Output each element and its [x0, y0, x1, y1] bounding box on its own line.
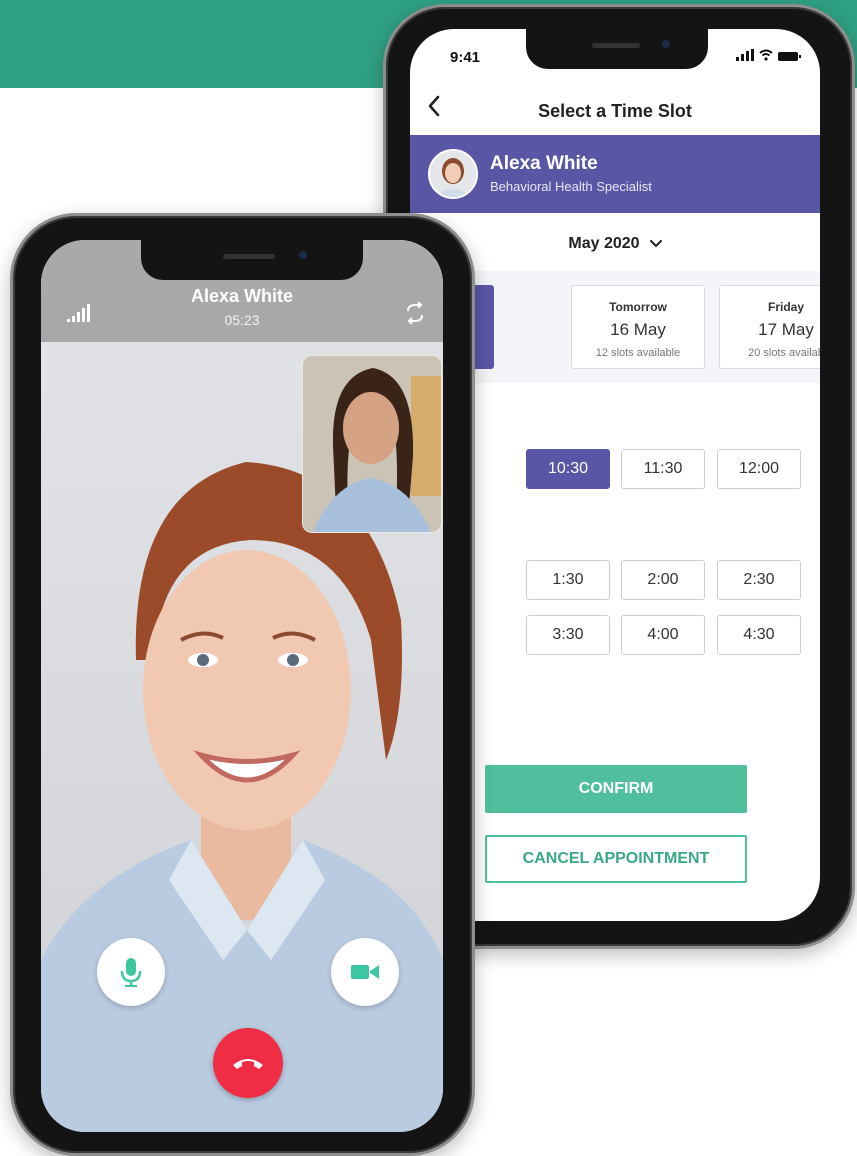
wifi-icon: [759, 49, 773, 61]
doctor-name: Alexa White: [490, 153, 598, 174]
time-slot[interactable]: 1:30: [526, 560, 610, 600]
day-card-friday[interactable]: Friday 17 May 20 slots availab: [719, 285, 820, 369]
confirm-button[interactable]: CONFIRM: [485, 765, 747, 813]
phone-hangup-icon: [233, 1059, 263, 1069]
chevron-down-icon: [649, 240, 662, 248]
time-slot-selected[interactable]: 10:30: [526, 449, 610, 489]
video-camera-icon: [351, 965, 379, 979]
battery-icon: [778, 52, 801, 61]
phone-notch: [526, 29, 708, 69]
video-call-screen: Alexa White 05:23: [41, 240, 443, 1132]
time-slot[interactable]: 4:30: [717, 615, 801, 655]
month-selector[interactable]: May 2020: [410, 235, 820, 253]
day-date: 16 May: [610, 320, 666, 339]
call-duration: 05:23: [224, 312, 260, 328]
video-toggle-button[interactable]: [331, 938, 399, 1006]
doctor-header: Alexa White Behavioral Health Specialist: [410, 135, 820, 213]
time-slot[interactable]: 3:30: [526, 615, 610, 655]
day-label: Friday: [767, 300, 804, 314]
signal-icon: [736, 49, 754, 61]
day-date: 17 May: [758, 320, 814, 339]
time-slot[interactable]: 11:30: [621, 449, 705, 489]
time-slot[interactable]: 2:00: [621, 560, 705, 600]
switch-camera-icon[interactable]: [405, 302, 425, 324]
day-slots: 12 slots available: [595, 347, 681, 359]
status-icons: [736, 49, 801, 61]
day-label: Tomorrow: [609, 300, 667, 314]
day-slots: 20 slots availab: [748, 347, 820, 359]
cancel-appointment-button[interactable]: CANCEL APPOINTMENT: [485, 835, 747, 883]
status-time: 9:41: [450, 49, 481, 66]
microphone-icon: [120, 958, 142, 987]
caller-name: Alexa White: [190, 286, 294, 306]
phone-video-call: Alexa White 05:23: [10, 213, 475, 1156]
page-title: Select a Time Slot: [538, 101, 692, 121]
self-view-video[interactable]: [302, 355, 442, 533]
nav-bar: Select a Time Slot: [410, 87, 820, 127]
mute-button[interactable]: [97, 938, 165, 1006]
time-slot[interactable]: 4:00: [621, 615, 705, 655]
day-card-tomorrow[interactable]: Tomorrow 16 May 12 slots available: [571, 285, 705, 369]
end-call-button[interactable]: [213, 1028, 283, 1098]
avatar: [428, 149, 478, 199]
month-label: May 2020: [568, 235, 640, 252]
phone-notch: [141, 240, 363, 280]
time-slot[interactable]: 2:30: [717, 560, 801, 600]
time-slot[interactable]: 12:00: [717, 449, 801, 489]
doctor-role: Behavioral Health Specialist: [490, 179, 652, 194]
